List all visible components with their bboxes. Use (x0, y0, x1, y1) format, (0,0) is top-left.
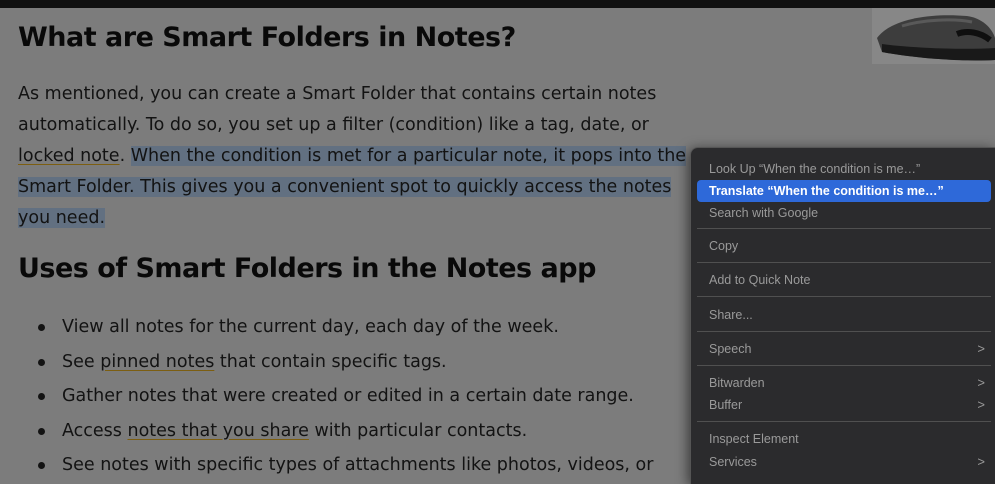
menu-item-bitwarden[interactable]: Bitwarden > (697, 372, 991, 394)
paragraph-line: automatically. To do so, you set up a fi… (18, 115, 649, 135)
menu-item-look-up[interactable]: Look Up “When the condition is me…” (697, 158, 991, 180)
article-thumbnail-image (872, 8, 995, 64)
chevron-right-icon: > (977, 454, 985, 469)
list-item-text: Gather notes that were created or edited… (62, 386, 634, 406)
chevron-right-icon: > (977, 375, 985, 390)
menu-item-add-quick-note[interactable]: Add to Quick Note (697, 269, 991, 291)
menu-item-inspect-element[interactable]: Inspect Element (697, 428, 991, 450)
menu-separator (697, 331, 991, 332)
intro-paragraph: As mentioned, you can create a Smart Fol… (18, 79, 738, 234)
top-bar (0, 0, 995, 8)
chevron-right-icon: > (977, 341, 985, 356)
paragraph-text: . (119, 146, 126, 166)
menu-item-buffer[interactable]: Buffer > (697, 394, 991, 416)
list-item: Gather notes that were created or edited… (36, 379, 653, 414)
menu-item-translate[interactable]: Translate “When the condition is me…” (697, 180, 991, 202)
list-item-text: View all notes for the current day, each… (62, 317, 559, 337)
context-menu: Look Up “When the condition is me…” Tran… (690, 147, 995, 484)
locked-note-link[interactable]: locked note (18, 146, 120, 166)
menu-separator (697, 296, 991, 297)
menu-item-label: Speech (709, 342, 752, 356)
list-item: Access notes that you share with particu… (36, 414, 653, 449)
list-item-text: See (62, 351, 101, 372)
paragraph-line: locked note. When the condition is met f… (18, 141, 738, 172)
paragraph-line: you need. (18, 203, 738, 234)
menu-item-search-google[interactable]: Search with Google (697, 202, 991, 224)
selected-text[interactable]: you need. (18, 208, 106, 228)
menu-separator (697, 421, 991, 422)
selected-text[interactable]: Smart Folder. This gives you a convenien… (18, 177, 672, 197)
section-heading-uses: Uses of Smart Folders in the Notes app (18, 253, 596, 284)
menu-separator (697, 262, 991, 263)
menu-item-speech[interactable]: Speech > (697, 338, 991, 360)
menu-separator (697, 365, 991, 366)
shared-notes-link[interactable]: notes that you share (127, 421, 308, 441)
menu-item-label: Bitwarden (709, 376, 765, 390)
list-item: See pinned notes that contain specific t… (36, 345, 653, 380)
menu-item-label: Services (709, 455, 757, 469)
list-item-text: See notes with specific types of attachm… (62, 455, 654, 475)
menu-item-label: Buffer (709, 398, 743, 412)
paragraph-line: Smart Folder. This gives you a convenien… (18, 172, 738, 203)
list-item-text: Access (62, 420, 128, 441)
paragraph-line: As mentioned, you can create a Smart Fol… (18, 84, 657, 104)
menu-item-share[interactable]: Share... (697, 304, 991, 326)
list-item: View all notes for the current day, each… (36, 310, 653, 345)
menu-item-services[interactable]: Services > (697, 451, 991, 473)
section-heading-smart-folders: What are Smart Folders in Notes? (18, 22, 516, 53)
list-item-text: that contain specific tags. (214, 351, 447, 372)
menu-separator (697, 228, 991, 229)
list-item-text: with particular contacts. (308, 420, 528, 441)
sneaker-icon (877, 15, 995, 61)
chevron-right-icon: > (977, 397, 985, 412)
uses-list: View all notes for the current day, each… (36, 310, 653, 483)
pinned-notes-link[interactable]: pinned notes (100, 352, 214, 372)
menu-item-copy[interactable]: Copy (697, 235, 991, 257)
selected-text[interactable]: When the condition is met for a particul… (130, 146, 687, 166)
list-item: See notes with specific types of attachm… (36, 448, 653, 483)
